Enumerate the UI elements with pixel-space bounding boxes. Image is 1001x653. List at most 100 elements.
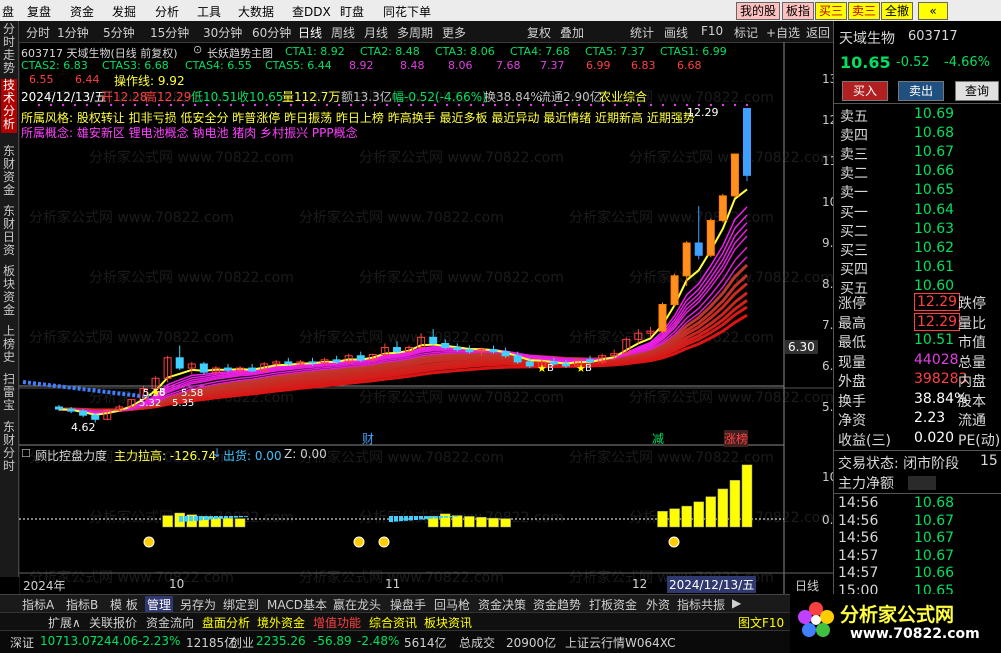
tool-fuquan[interactable]: 复权 — [527, 24, 551, 41]
cy-label[interactable]: 创业 — [230, 634, 254, 651]
menu-fenxi[interactable]: 分析 — [155, 3, 179, 20]
func-f10[interactable]: 图文F10 — [738, 614, 784, 631]
tab-macd[interactable]: MACD基本 — [267, 596, 327, 613]
sell-button[interactable]: 卖出 — [898, 81, 944, 101]
event-top-list[interactable]: 涨榜 — [724, 430, 749, 447]
period-5min[interactable]: 5分钟 — [103, 24, 135, 41]
menu-pan[interactable]: 盘 — [2, 3, 14, 20]
tab-template[interactable]: 模 板 — [110, 596, 138, 613]
buy-button[interactable]: 买入 — [842, 81, 888, 101]
sz-label[interactable]: 深证 — [10, 634, 34, 651]
vtab-dc-day[interactable]: 东财日资 — [1, 205, 17, 259]
my-stock-button[interactable]: 我的股 — [736, 2, 781, 20]
tab-indicator-a[interactable]: 指标A — [22, 596, 54, 613]
tick-row[interactable]: 14:57 10.66 — [834, 565, 1001, 584]
stat-row[interactable]: 现量 44028 总量 — [834, 352, 1001, 371]
vtab-mine-scan[interactable]: 扫雷宝 — [1, 373, 17, 415]
menu-xiadan[interactable]: 同花下单 — [383, 3, 431, 20]
bid-row[interactable]: 买三 10.62 — [834, 240, 1001, 259]
event-finance[interactable]: 财 — [362, 430, 374, 447]
func-foreign-fund[interactable]: 境外资金 — [257, 614, 305, 631]
tab-manage[interactable]: 管理 — [145, 596, 174, 613]
bid-row[interactable]: 买一 10.64 — [834, 202, 1001, 221]
tab-fund-trend[interactable]: 资金趋势 — [533, 596, 581, 613]
stat-row[interactable]: 换手 38.84% 股本 — [834, 391, 1001, 410]
buy3-button[interactable]: 买三 — [815, 2, 848, 20]
menu-ddx[interactable]: 查DDX — [292, 3, 331, 20]
stat-row[interactable]: 净资 2.23 流通 — [834, 410, 1001, 429]
period-15min[interactable]: 15分钟 — [150, 24, 189, 41]
menu-fupan[interactable]: 复盘 — [27, 3, 51, 20]
tool-biaoji[interactable]: 标记 — [734, 24, 758, 41]
period-1min[interactable]: 1分钟 — [57, 24, 89, 41]
func-expand[interactable]: 扩展∧ — [48, 614, 81, 631]
query-button[interactable]: 查询 — [955, 81, 999, 101]
tab-dragon[interactable]: 嬴在龙头 — [333, 596, 381, 613]
tool-f10[interactable]: F10 — [701, 24, 723, 38]
ask-row[interactable]: 卖四 10.68 — [834, 125, 1001, 144]
menu-dingpan[interactable]: 盯盘 — [340, 3, 364, 20]
stat-row[interactable]: 最高 12.29 量比 — [834, 312, 1001, 332]
tick-row[interactable]: 14:56 10.68 — [834, 495, 1001, 514]
tool-add-watch[interactable]: +自选 — [766, 24, 800, 41]
sub-collapse-icon[interactable]: ☐ — [21, 447, 31, 460]
stat-row[interactable]: 外盘 398283 内盘 — [834, 371, 1001, 390]
bid-row[interactable]: 买四 10.61 — [834, 259, 1001, 278]
tool-huaxian[interactable]: 画线 — [664, 24, 688, 41]
tick-row[interactable]: 14:56 10.67 — [834, 530, 1001, 549]
period-30min[interactable]: 30分钟 — [203, 24, 242, 41]
tab-limit-fund[interactable]: 打板资金 — [589, 596, 637, 613]
tab-scroll-icon[interactable]: ▶ — [732, 596, 741, 610]
period-daily[interactable]: 日线 — [298, 24, 322, 41]
collapse-icon[interactable]: « — [918, 2, 948, 20]
tool-back[interactable]: 返回 — [806, 24, 830, 41]
board-index-button[interactable]: 板指 — [782, 2, 815, 20]
tick-row[interactable]: 14:56 10.67 — [834, 513, 1001, 532]
period-60min[interactable]: 60分钟 — [252, 24, 291, 41]
tab-resonance[interactable]: 指标共振 — [677, 596, 725, 613]
menu-dashuju[interactable]: 大数据 — [238, 3, 274, 20]
stat-row[interactable]: 收益(三) 0.020 PE(动) — [834, 430, 1001, 449]
period-fenshi[interactable]: 分时 — [26, 24, 50, 41]
period-more[interactable]: 更多 — [442, 24, 466, 41]
vtab-top-history[interactable]: 上榜史 — [1, 325, 17, 367]
tab-foreign[interactable]: 外资 — [646, 596, 670, 613]
func-related-quote[interactable]: 关联报价 — [89, 614, 137, 631]
func-fund-flow[interactable]: 资金流向 — [146, 614, 194, 631]
tab-trader[interactable]: 操盘手 — [390, 596, 426, 613]
cloud-status[interactable]: 上证云行情W064XC — [565, 634, 676, 651]
sell3-button[interactable]: 卖三 — [848, 2, 881, 20]
tab-bind[interactable]: 绑定到 — [223, 596, 259, 613]
chart-area[interactable]: 分析家公式网 www.70822.com 分析家公式网 www.70822.com… — [19, 42, 864, 594]
menu-zijin[interactable]: 资金 — [70, 3, 94, 20]
stat-row[interactable]: 涨停 12.29 跌停 — [834, 293, 1001, 312]
func-value-added[interactable]: 增值功能 — [313, 614, 361, 631]
period-monthly[interactable]: 月线 — [364, 24, 388, 41]
vtab-dc-fenshi[interactable]: 东财分时 — [1, 421, 17, 475]
period-weekly[interactable]: 周线 — [331, 24, 355, 41]
tab-indicator-b[interactable]: 指标B — [66, 596, 98, 613]
func-board-news[interactable]: 板块资讯 — [424, 614, 472, 631]
ask-row[interactable]: 卖五 10.69 — [834, 106, 1001, 125]
tool-tongji[interactable]: 统计 — [630, 24, 654, 41]
tool-diejia[interactable]: 叠加 — [560, 24, 584, 41]
func-market-analysis[interactable]: 盘面分析 — [202, 614, 250, 631]
vtab-dc-fund[interactable]: 东财资金 — [1, 145, 17, 199]
stat-row[interactable]: 最低 10.51 市值 — [834, 332, 1001, 351]
vtab-tech[interactable]: 技术分析 — [1, 79, 17, 133]
vtab-fenshi[interactable]: 分时走势 — [1, 23, 17, 75]
menu-fajue[interactable]: 发掘 — [112, 3, 136, 20]
tick-row[interactable]: 14:57 10.67 — [834, 548, 1001, 567]
tab-huimaqiang[interactable]: 回马枪 — [434, 596, 470, 613]
x-period[interactable]: 日线 — [795, 577, 819, 594]
ask-row[interactable]: 卖三 10.67 — [834, 144, 1001, 163]
bid-row[interactable]: 买二 10.63 — [834, 221, 1001, 240]
tab-save-as[interactable]: 另存为 — [180, 596, 216, 613]
cancel-all-button[interactable]: 全撤 — [881, 2, 914, 20]
indicator-gear-icon[interactable]: ⊙ — [193, 43, 202, 56]
vtab-board[interactable]: 板块资金 — [1, 265, 17, 319]
func-news[interactable]: 综合资讯 — [369, 614, 417, 631]
menu-gongju[interactable]: 工具 — [197, 3, 221, 20]
period-multi[interactable]: 多周期 — [397, 24, 433, 41]
ask-row[interactable]: 卖二 10.66 — [834, 163, 1001, 182]
